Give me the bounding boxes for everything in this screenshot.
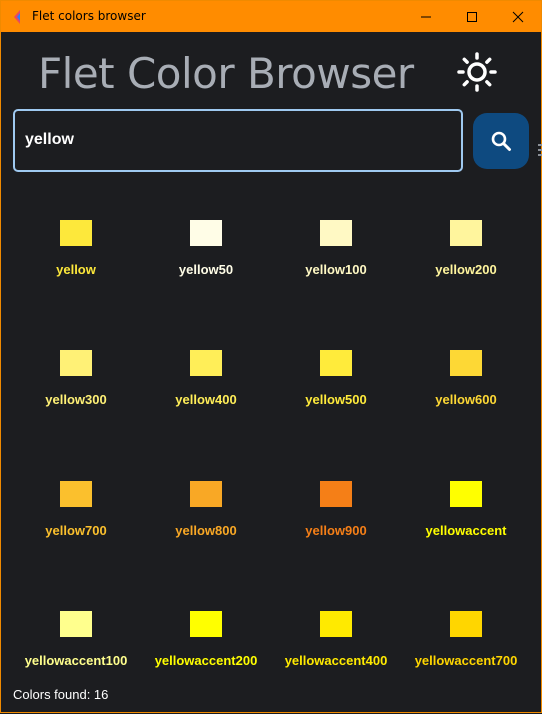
color-name-label: yellowaccent200 (154, 653, 258, 668)
color-swatch (190, 611, 222, 637)
color-tile[interactable]: yellow50 (141, 220, 271, 310)
color-name-label: yellowaccent (425, 523, 507, 538)
color-swatch (60, 350, 92, 376)
color-tile[interactable]: yellow500 (271, 350, 401, 440)
color-swatch (450, 611, 482, 637)
color-name-label: yellow100 (305, 262, 367, 277)
color-tile[interactable]: yellow300 (11, 350, 141, 440)
color-tile[interactable]: yellowaccent400 (271, 611, 401, 701)
color-tile[interactable]: yellowaccent200 (141, 611, 271, 701)
color-swatch (450, 220, 482, 246)
color-swatch (60, 220, 92, 246)
color-name-label: yellow50 (178, 262, 234, 277)
color-swatch (190, 350, 222, 376)
color-name-label: yellow900 (305, 523, 367, 538)
color-tile[interactable]: yellow100 (271, 220, 401, 310)
color-name-label: yellow700 (45, 523, 107, 538)
color-name-label: yellow500 (305, 392, 367, 407)
color-swatch (450, 350, 482, 376)
color-name-label: yellowaccent100 (24, 653, 128, 668)
color-name-label: yellowaccent700 (414, 653, 518, 668)
color-swatch (320, 350, 352, 376)
color-tile[interactable]: yellowaccent700 (401, 611, 531, 701)
app-window: Flet colors browser Flet Color Browser y… (0, 0, 542, 713)
color-swatch (60, 481, 92, 507)
color-tile[interactable]: yellow200 (401, 220, 531, 310)
color-name-label: yellowaccent400 (284, 653, 388, 668)
color-name-label: yellow (56, 262, 96, 277)
color-name-label: yellow300 (45, 392, 107, 407)
color-swatch (190, 481, 222, 507)
color-name-label: yellow600 (435, 392, 497, 407)
color-tile[interactable]: yellow400 (141, 350, 271, 440)
color-name-label: yellow200 (435, 262, 497, 277)
color-swatch (320, 611, 352, 637)
color-tile[interactable]: yellow600 (401, 350, 531, 440)
color-name-label: yellow800 (175, 523, 237, 538)
color-grid: yellow yellow50 yellow100 yellow200 yellow30… (1, 1, 541, 714)
color-tile[interactable]: yellow900 (271, 481, 401, 571)
color-swatch (190, 220, 222, 246)
color-swatch (320, 481, 352, 507)
status-text: Colors found: 16 (13, 687, 109, 702)
color-tile[interactable]: yellow800 (141, 481, 271, 571)
color-swatch (320, 220, 352, 246)
color-swatch (60, 611, 92, 637)
color-tile[interactable]: yellow (11, 220, 141, 310)
color-tile[interactable]: yellowaccent (401, 481, 531, 571)
color-swatch (450, 481, 482, 507)
color-tile[interactable]: yellow700 (11, 481, 141, 571)
color-name-label: yellow400 (175, 392, 237, 407)
